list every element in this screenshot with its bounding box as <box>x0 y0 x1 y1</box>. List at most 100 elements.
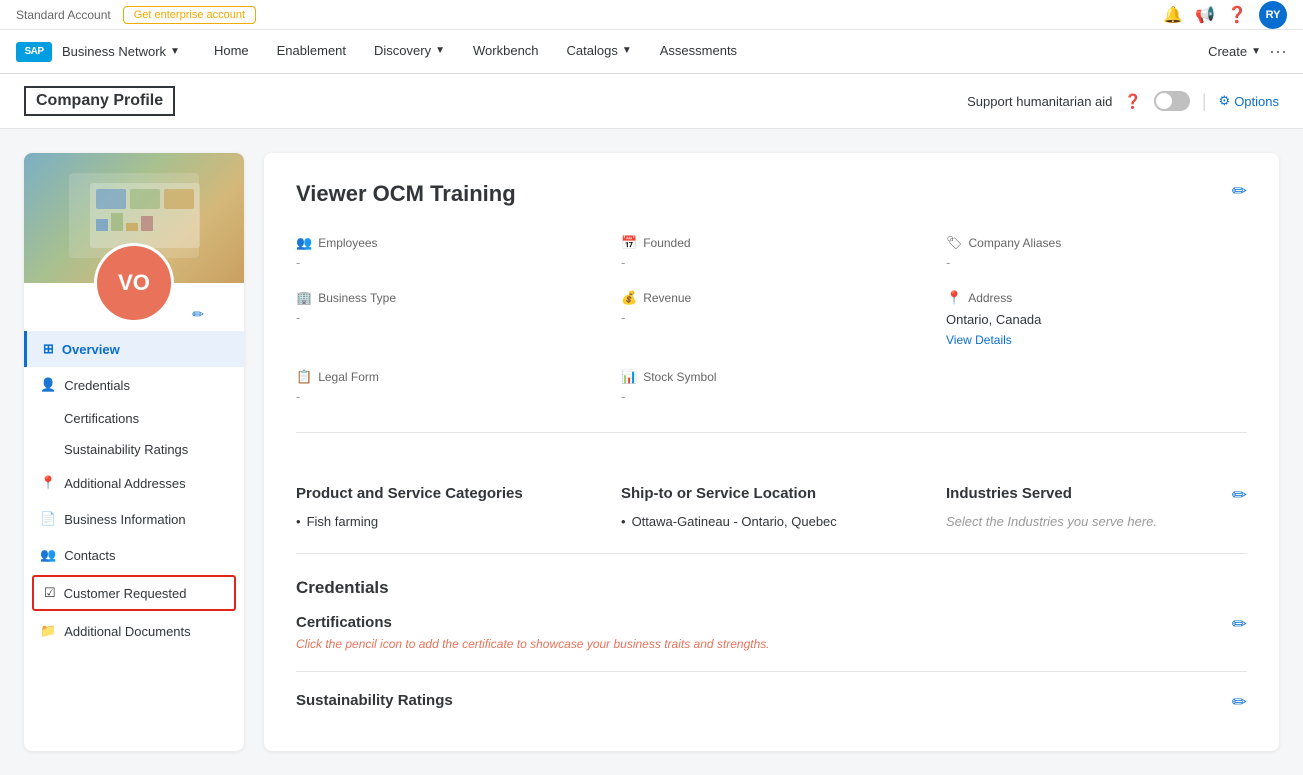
nav-links: Home Enablement Discovery ▼ Workbench Ca… <box>200 30 751 73</box>
certifications-sub-title: Certifications <box>296 614 770 631</box>
credentials-title: Credentials <box>296 578 1247 598</box>
page-header-right: Support humanitarian aid ❓ | ⚙ Options <box>967 91 1279 112</box>
main-content: Viewer OCM Training ✏ 👥 Employees - 📅 Fo… <box>264 153 1279 751</box>
product-item-0: • Fish farming <box>296 514 597 529</box>
cred-divider <box>296 671 1247 672</box>
aliases-value: - <box>946 255 1247 270</box>
legal-form-value: - <box>296 389 597 404</box>
address-icon: 📍 <box>946 290 962 306</box>
main-layout: VO ✏ ⊞ Overview 👤 Credentials Certificat… <box>0 129 1303 775</box>
company-edit-button[interactable]: ✏ <box>1232 181 1247 202</box>
nav-home[interactable]: Home <box>200 30 263 74</box>
field-legal-form: 📋 Legal Form - <box>296 369 597 404</box>
notification-icon[interactable]: 🔔 <box>1163 5 1183 25</box>
documents-icon: 📁 <box>40 623 56 639</box>
user-avatar[interactable]: RY <box>1259 1 1287 29</box>
sections-row: Product and Service Categories • Fish fa… <box>296 461 1247 554</box>
avatar-edit-icon[interactable]: ✏ <box>192 306 204 323</box>
credentials-section: Credentials Certifications Click the pen… <box>296 554 1247 715</box>
brand-dropdown-icon[interactable]: ▼ <box>170 46 180 57</box>
field-founded: 📅 Founded - <box>621 235 922 270</box>
industries-edit-button[interactable]: ✏ <box>1232 485 1247 506</box>
page-header: Company Profile Support humanitarian aid… <box>0 74 1303 129</box>
stock-symbol-icon: 📊 <box>621 369 637 385</box>
support-label: Support humanitarian aid <box>967 94 1112 109</box>
account-type-label: Standard Account <box>16 8 111 22</box>
certifications-left: Certifications Click the pencil icon to … <box>296 614 770 651</box>
credentials-icon: 👤 <box>40 377 56 393</box>
sidebar-sub-certifications[interactable]: Certifications <box>24 403 244 434</box>
bullet-icon: • <box>296 514 301 529</box>
brand-label: Business Network ▼ <box>62 44 180 59</box>
top-banner-right: 🔔 📢 ❓ RY <box>1163 1 1287 29</box>
sidebar-sub-sustainability[interactable]: Sustainability Ratings <box>24 434 244 465</box>
certifications-edit-button[interactable]: ✏ <box>1232 614 1247 635</box>
certifications-hint: Click the pencil icon to add the certifi… <box>296 637 770 651</box>
view-details-link[interactable]: View Details <box>946 333 1012 347</box>
ship-title: Ship-to or Service Location <box>621 485 922 502</box>
field-aliases: 🏷 Company Aliases - <box>946 235 1247 270</box>
certifications-subsection: Certifications Click the pencil icon to … <box>296 614 1247 651</box>
customer-requested-icon: ☑ <box>44 585 56 601</box>
ship-section: Ship-to or Service Location • Ottawa-Gat… <box>621 485 922 529</box>
help-icon[interactable]: ❓ <box>1227 5 1247 25</box>
sidebar-item-contacts[interactable]: 👥 Contacts <box>24 537 244 573</box>
revenue-value: - <box>621 310 922 325</box>
field-revenue: 💰 Revenue - <box>621 290 922 349</box>
nav-enablement[interactable]: Enablement <box>263 30 360 74</box>
business-info-icon: 📄 <box>40 511 56 527</box>
sidebar-nav: ⊞ Overview 👤 Credentials Certifications … <box>24 323 244 657</box>
company-header: Viewer OCM Training ✏ <box>296 181 1247 207</box>
create-dropdown-icon: ▼ <box>1251 46 1261 57</box>
founded-icon: 📅 <box>621 235 637 251</box>
more-button[interactable]: ··· <box>1269 41 1287 62</box>
sidebar-item-additional-addresses[interactable]: 📍 Additional Addresses <box>24 465 244 501</box>
industries-title: Industries Served <box>946 485 1072 502</box>
industries-placeholder: Select the Industries you serve here. <box>946 514 1247 529</box>
page-title: Company Profile <box>24 86 175 116</box>
field-business-type: 🏢 Business Type - <box>296 290 597 349</box>
employees-icon: 👥 <box>296 235 312 251</box>
company-avatar: VO <box>94 243 174 323</box>
founded-value: - <box>621 255 922 270</box>
top-banner: Standard Account Get enterprise account … <box>0 0 1303 30</box>
sustainability-left: Sustainability Ratings <box>296 692 453 715</box>
nav-assessments[interactable]: Assessments <box>646 30 751 74</box>
create-button[interactable]: Create ▼ <box>1208 44 1261 59</box>
navbar: SAP Business Network ▼ Home Enablement D… <box>0 30 1303 74</box>
business-type-value: - <box>296 310 597 325</box>
nav-right: Create ▼ ··· <box>1208 41 1287 62</box>
field-employees: 👥 Employees - <box>296 235 597 270</box>
nav-workbench[interactable]: Workbench <box>459 30 553 74</box>
sustainability-sub-title: Sustainability Ratings <box>296 692 453 709</box>
humanitarian-toggle[interactable] <box>1154 91 1190 111</box>
enterprise-button[interactable]: Get enterprise account <box>123 6 256 24</box>
address-value: Ontario, Canada View Details <box>946 310 1247 349</box>
overview-icon: ⊞ <box>43 341 54 357</box>
separator: | <box>1202 91 1207 112</box>
sidebar: VO ✏ ⊞ Overview 👤 Credentials Certificat… <box>24 153 244 751</box>
sidebar-item-customer-requested[interactable]: ☑ Customer Requested <box>32 575 236 611</box>
employees-value: - <box>296 255 597 270</box>
options-icon: ⚙ <box>1219 93 1231 109</box>
product-service-title: Product and Service Categories <box>296 485 597 502</box>
sap-logo: SAP <box>16 42 52 62</box>
sidebar-item-overview[interactable]: ⊞ Overview <box>24 331 244 367</box>
aliases-icon: 🏷 <box>946 235 963 251</box>
nav-discovery[interactable]: Discovery ▼ <box>360 30 459 74</box>
options-button[interactable]: ⚙ Options <box>1219 93 1279 109</box>
sidebar-item-credentials[interactable]: 👤 Credentials <box>24 367 244 403</box>
alert-icon[interactable]: 📢 <box>1195 5 1215 25</box>
sidebar-item-additional-documents[interactable]: 📁 Additional Documents <box>24 613 244 649</box>
company-name: Viewer OCM Training <box>296 181 516 207</box>
support-help-icon[interactable]: ❓ <box>1124 93 1141 110</box>
sidebar-item-business-info[interactable]: 📄 Business Information <box>24 501 244 537</box>
nav-catalogs[interactable]: Catalogs ▼ <box>553 30 646 74</box>
business-type-icon: 🏢 <box>296 290 312 306</box>
info-grid: 👥 Employees - 📅 Founded - 🏷 Company Alia… <box>296 235 1247 433</box>
industries-section: Industries Served ✏ Select the Industrie… <box>946 485 1247 529</box>
sustainability-edit-button[interactable]: ✏ <box>1232 692 1247 713</box>
contacts-icon: 👥 <box>40 547 56 563</box>
field-stock-symbol: 📊 Stock Symbol - <box>621 369 922 404</box>
field-address: 📍 Address Ontario, Canada View Details <box>946 290 1247 349</box>
